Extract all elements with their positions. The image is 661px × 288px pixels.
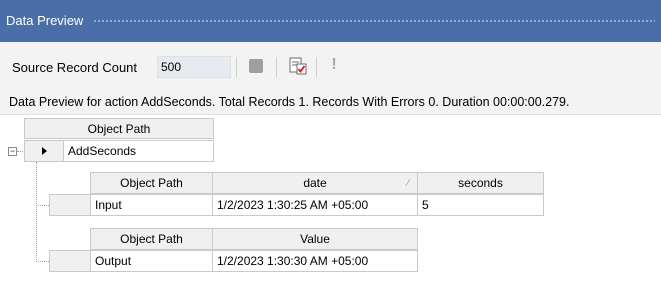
input-grid-header-object-path[interactable]: Object Path: [90, 172, 213, 194]
status-bar: Data Preview for action AddSeconds. Tota…: [0, 90, 661, 115]
status-text: Data Preview for action AddSeconds. Tota…: [9, 95, 570, 109]
output-grid-header-object-path[interactable]: Object Path: [90, 228, 213, 250]
toolbar-separator: [316, 57, 317, 77]
output-grid-header-value[interactable]: Value: [212, 228, 418, 250]
header-date-label: date: [303, 176, 327, 190]
exclamation-icon[interactable]: !: [329, 55, 339, 75]
sort-icon: ⁄: [407, 178, 409, 189]
row-selector[interactable]: [49, 250, 91, 272]
source-record-count-input[interactable]: 500: [157, 56, 231, 78]
row-selector[interactable]: [49, 194, 91, 216]
input-grid-header-date[interactable]: date ⁄: [212, 172, 418, 194]
input-row-date[interactable]: 1/2/2023 1:30:25 AM +05:00: [212, 194, 418, 216]
title-grip[interactable]: [93, 19, 655, 23]
output-row-value[interactable]: 1/2/2023 1:30:30 AM +05:00: [212, 250, 418, 272]
tree-connector: [36, 261, 49, 262]
input-row-seconds[interactable]: 5: [417, 194, 544, 216]
window-title: Data Preview: [6, 13, 84, 28]
report-check-icon[interactable]: [289, 57, 307, 75]
toolbar-separator: [276, 57, 277, 77]
current-row-arrow-icon: [42, 147, 47, 155]
row-selector[interactable]: [24, 140, 64, 162]
collapse-icon[interactable]: −: [8, 147, 17, 156]
root-grid-header-object-path[interactable]: Object Path: [24, 118, 214, 139]
input-grid-header-seconds[interactable]: seconds: [417, 172, 544, 194]
title-bar: Data Preview: [0, 0, 661, 42]
toolbar: Source Record Count 500 !: [0, 42, 661, 90]
toolbar-separator: [236, 57, 237, 77]
tree-connector: [36, 162, 37, 262]
output-row-object-path[interactable]: Output: [90, 250, 213, 272]
input-row-object-path[interactable]: Input: [90, 194, 213, 216]
root-row-object-path[interactable]: AddSeconds: [63, 140, 214, 162]
tree-connector: [36, 205, 49, 206]
stop-icon[interactable]: [249, 59, 263, 73]
source-record-count-label: Source Record Count: [12, 60, 138, 75]
